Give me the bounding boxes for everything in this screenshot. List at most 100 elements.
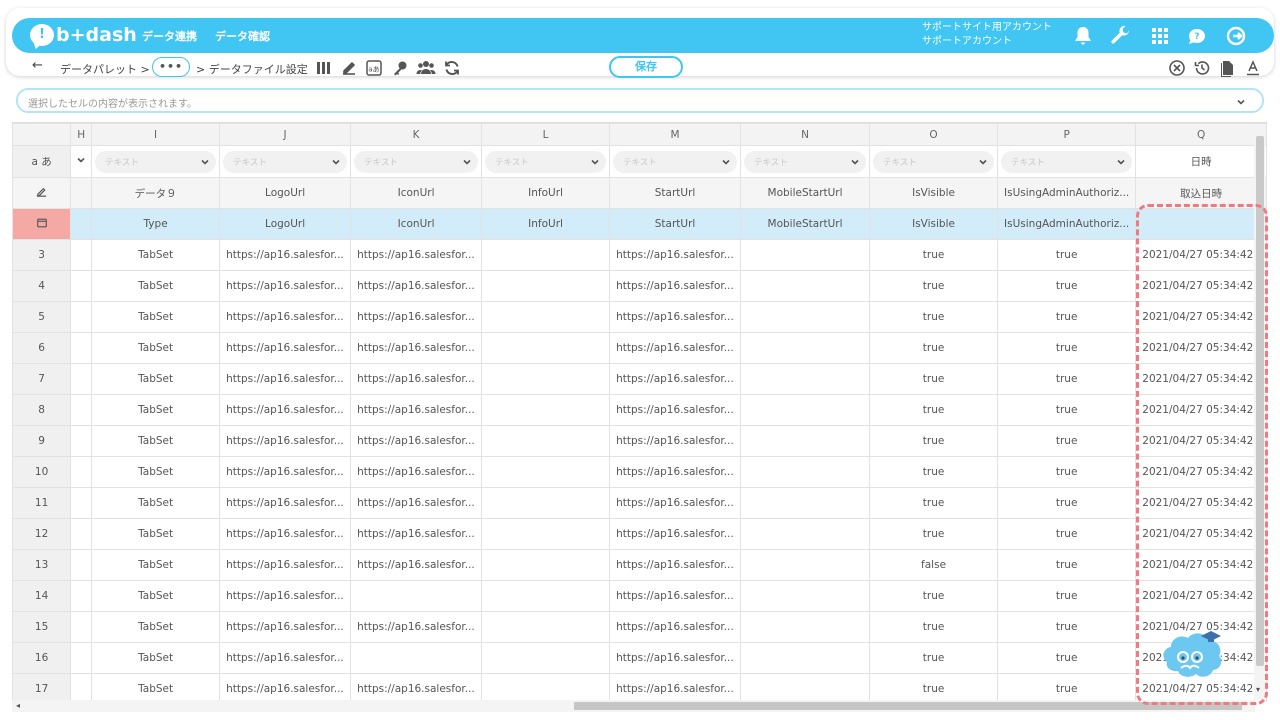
cell-h[interactable] — [70, 549, 93, 581]
cell-i[interactable]: TabSet — [91, 642, 221, 674]
nav-data-integration[interactable]: データ連携 — [142, 28, 197, 44]
type-dropdown[interactable]: テキスト — [95, 150, 217, 173]
source-field-m[interactable]: StartUrl — [609, 208, 742, 240]
column-header-i[interactable]: I — [91, 123, 221, 146]
column-name-n[interactable]: MobileStartUrl — [740, 177, 871, 209]
cell-p[interactable]: true — [997, 363, 1137, 395]
column-header-j[interactable]: J — [219, 123, 352, 146]
cell-q[interactable]: 2021/04/27 05:34:42 — [1135, 456, 1267, 488]
cell-h[interactable] — [70, 673, 93, 702]
cell-o[interactable]: true — [869, 363, 999, 395]
source-row-marker-icon[interactable] — [12, 208, 72, 240]
cell-h[interactable] — [70, 518, 93, 550]
column-header-k[interactable]: K — [350, 123, 483, 146]
cell-h[interactable] — [70, 425, 93, 457]
cell-p[interactable]: true — [997, 239, 1137, 271]
cell-m[interactable]: https://ap16.salesfor... — [609, 549, 742, 581]
cell-l[interactable] — [481, 239, 611, 271]
column-header-l[interactable]: L — [481, 123, 611, 146]
type-dropdown[interactable]: テキスト — [873, 150, 995, 173]
cell-l[interactable] — [481, 673, 611, 702]
cell-k[interactable]: https://ap16.salesfor... — [350, 239, 483, 271]
source-field-q[interactable] — [1135, 208, 1267, 240]
cell-l[interactable] — [481, 549, 611, 581]
cell-j[interactable]: https://ap16.salesfor... — [219, 549, 352, 581]
cell-m[interactable]: https://ap16.salesfor... — [609, 394, 742, 426]
cell-l[interactable] — [481, 456, 611, 488]
row-number[interactable]: 15 — [12, 611, 72, 643]
cell-m[interactable]: https://ap16.salesfor... — [609, 487, 742, 519]
cell-p[interactable]: true — [997, 270, 1137, 302]
row-number[interactable]: 14 — [12, 580, 72, 612]
type-dropdown[interactable]: テキスト — [485, 150, 607, 173]
edit-name-icon[interactable] — [12, 177, 72, 209]
cell-k[interactable]: https://ap16.salesfor... — [350, 456, 483, 488]
cell-o[interactable]: true — [869, 239, 999, 271]
cell-o[interactable]: true — [869, 580, 999, 612]
cell-k[interactable]: https://ap16.salesfor... — [350, 549, 483, 581]
cell-i[interactable]: TabSet — [91, 332, 221, 364]
cell-m[interactable]: https://ap16.salesfor... — [609, 456, 742, 488]
row-number[interactable]: 4 — [12, 270, 72, 302]
breadcrumb-data-palette[interactable]: データパレット > — [60, 61, 150, 77]
cell-q[interactable]: 2021/04/27 05:34:42 — [1135, 487, 1267, 519]
cell-p[interactable]: true — [997, 487, 1137, 519]
cell-o[interactable]: true — [869, 425, 999, 457]
cell-m[interactable]: https://ap16.salesfor... — [609, 518, 742, 550]
file-icon[interactable] — [1218, 59, 1236, 77]
nav-data-check[interactable]: データ確認 — [215, 28, 270, 44]
back-arrow-icon[interactable]: ← — [32, 58, 43, 73]
cell-i[interactable]: TabSet — [91, 487, 221, 519]
clear-icon[interactable] — [1168, 59, 1186, 77]
type-dropdown[interactable]: テキスト — [223, 150, 348, 173]
cell-k[interactable]: https://ap16.salesfor... — [350, 301, 483, 333]
cell-i[interactable]: TabSet — [91, 580, 221, 612]
column-header-n[interactable]: N — [740, 123, 871, 146]
cell-h[interactable] — [70, 642, 93, 674]
cell-k[interactable]: https://ap16.salesfor... — [350, 425, 483, 457]
cell-n[interactable] — [740, 580, 871, 612]
scroll-down-arrow-icon[interactable]: ▾ — [1256, 686, 1264, 694]
column-name-j[interactable]: LogoUrl — [219, 177, 352, 209]
type-select-o[interactable]: テキスト — [869, 145, 999, 178]
key-icon[interactable] — [391, 59, 409, 77]
cell-p[interactable]: true — [997, 673, 1137, 702]
cell-n[interactable] — [740, 425, 871, 457]
cell-i[interactable]: TabSet — [91, 301, 221, 333]
cell-n[interactable] — [740, 456, 871, 488]
cell-k[interactable] — [350, 580, 483, 612]
row-number[interactable]: 8 — [12, 394, 72, 426]
cell-j[interactable]: https://ap16.salesfor... — [219, 456, 352, 488]
source-field-n[interactable]: MobileStartUrl — [740, 208, 871, 240]
cell-m[interactable]: https://ap16.salesfor... — [609, 580, 742, 612]
cell-h[interactable] — [70, 363, 93, 395]
cell-k[interactable]: https://ap16.salesfor... — [350, 673, 483, 702]
cell-j[interactable]: https://ap16.salesfor... — [219, 425, 352, 457]
column-name-h[interactable] — [70, 177, 93, 209]
save-button[interactable]: 保存 — [609, 56, 683, 78]
history-icon[interactable] — [1193, 59, 1211, 77]
users-icon[interactable] — [416, 59, 436, 77]
logout-icon[interactable] — [1224, 24, 1248, 48]
cell-n[interactable] — [740, 673, 871, 702]
cell-p[interactable]: true — [997, 518, 1137, 550]
vertical-scrollbar-thumb[interactable] — [1256, 136, 1264, 666]
cell-o[interactable]: true — [869, 456, 999, 488]
cell-q[interactable]: 2021/04/27 05:34:42 — [1135, 363, 1267, 395]
chat-help-icon[interactable]: ? — [1185, 24, 1209, 48]
row-number[interactable]: 11 — [12, 487, 72, 519]
cell-l[interactable] — [481, 425, 611, 457]
source-field-k[interactable]: IconUrl — [350, 208, 483, 240]
source-field-i[interactable]: Type — [91, 208, 221, 240]
edit-icon[interactable] — [340, 59, 358, 77]
cell-j[interactable]: https://ap16.salesfor... — [219, 580, 352, 612]
breadcrumb-more-button[interactable]: ••• — [152, 57, 190, 77]
cell-p[interactable]: true — [997, 580, 1137, 612]
cell-h[interactable] — [70, 332, 93, 364]
cell-j[interactable]: https://ap16.salesfor... — [219, 518, 352, 550]
cell-h[interactable] — [70, 270, 93, 302]
cell-j[interactable]: https://ap16.salesfor... — [219, 642, 352, 674]
cell-j[interactable]: https://ap16.salesfor... — [219, 270, 352, 302]
cell-k[interactable]: https://ap16.salesfor... — [350, 332, 483, 364]
cell-l[interactable] — [481, 487, 611, 519]
